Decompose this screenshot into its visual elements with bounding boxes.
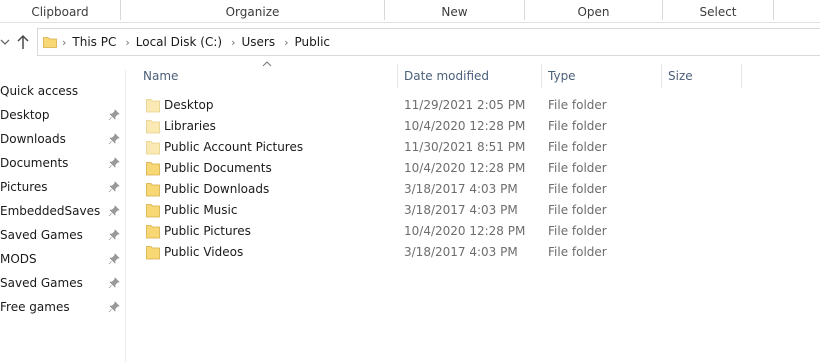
nav-item-label: Saved Games [0, 228, 83, 242]
file-date-modified: 10/4/2020 12:28 PM [404, 161, 526, 175]
nav-item-saved-games[interactable]: Saved Games [0, 223, 125, 247]
column-header-name[interactable]: Name [143, 64, 393, 88]
nav-item-saved-games-2[interactable]: Saved Games [0, 271, 125, 295]
nav-item-label: EmbeddedSaves [0, 204, 101, 218]
file-date-modified: 3/18/2017 4:03 PM [404, 182, 518, 196]
folder-icon [146, 162, 160, 176]
nav-item-mods[interactable]: MODS [0, 247, 125, 271]
breadcrumb: › This PC › Local Disk (C:) › Users › Pu… [62, 29, 339, 55]
file-date-modified: 10/4/2020 12:28 PM [404, 119, 526, 133]
pin-icon [108, 277, 120, 289]
pin-icon [108, 205, 120, 217]
file-date-modified: 11/29/2021 2:05 PM [404, 98, 526, 112]
breadcrumb-local-disk[interactable]: Local Disk (C:) [136, 35, 222, 49]
file-row[interactable]: Public Pictures 10/4/2020 12:28 PM File fo… [140, 221, 700, 242]
nav-item-documents[interactable]: Documents [0, 151, 125, 175]
file-row[interactable]: Public Music 3/18/2017 4:03 PM File folder [140, 200, 700, 221]
file-name: Public Videos [164, 245, 244, 259]
chevron-right-icon[interactable]: › [284, 36, 288, 49]
column-divider[interactable] [541, 64, 542, 88]
file-name: Public Documents [164, 161, 272, 175]
file-date-modified: 3/18/2017 4:03 PM [404, 245, 518, 259]
column-header-type[interactable]: Type [548, 64, 658, 88]
file-date-modified: 3/18/2017 4:03 PM [404, 203, 518, 217]
file-row[interactable]: Public Account Pictures 11/30/2021 8:51 P… [140, 137, 700, 158]
pin-icon [108, 157, 120, 169]
column-header-size[interactable]: Size [668, 64, 738, 88]
file-row[interactable]: Public Downloads 3/18/2017 4:03 PM File fo… [140, 179, 700, 200]
nav-item-label: Pictures [0, 180, 48, 194]
nav-item-embeddedsaves[interactable]: EmbeddedSaves [0, 199, 125, 223]
file-type: File folder [548, 203, 607, 217]
pin-icon [108, 301, 120, 313]
folder-icon [146, 204, 160, 218]
nav-item-label: Free games [0, 300, 70, 314]
nav-item-free-games[interactable]: Free games [0, 295, 125, 319]
file-type: File folder [548, 161, 607, 175]
ribbon-group-clipboard: Clipboard [31, 5, 89, 19]
folder-icon [146, 183, 160, 197]
file-type: File folder [548, 182, 607, 196]
pin-icon [108, 133, 120, 145]
ribbon-group-new: New [441, 5, 468, 19]
file-name: Public Pictures [164, 224, 251, 238]
file-row[interactable]: Libraries 10/4/2020 12:28 PM File folder [140, 116, 700, 137]
back-chevron-icon[interactable] [0, 34, 10, 50]
nav-item-desktop[interactable]: Desktop [0, 103, 125, 127]
ribbon-group-labels: Clipboard Organize New Open Select [0, 0, 820, 23]
pin-icon [108, 109, 120, 121]
nav-item-label: MODS [0, 252, 37, 266]
file-type: File folder [548, 245, 607, 259]
navigation-bar: › This PC › Local Disk (C:) › Users › Pu… [0, 28, 820, 58]
nav-item-label: Downloads [0, 132, 66, 146]
folder-icon [146, 225, 160, 239]
address-bar[interactable]: › This PC › Local Disk (C:) › Users › Pu… [37, 28, 820, 56]
file-type: File folder [548, 224, 607, 238]
ribbon-group-open: Open [577, 5, 610, 19]
folder-icon [43, 35, 57, 49]
file-row[interactable]: Public Videos 3/18/2017 4:03 PM File folde… [140, 242, 700, 263]
chevron-right-icon[interactable]: › [62, 36, 66, 49]
folder-light-icon [146, 120, 160, 134]
column-divider[interactable] [661, 64, 662, 88]
breadcrumb-this-pc[interactable]: This PC [72, 35, 116, 49]
nav-item-label: Desktop [0, 108, 50, 122]
file-type: File folder [548, 140, 607, 154]
column-divider[interactable] [741, 64, 742, 88]
chevron-right-icon[interactable]: › [125, 36, 129, 49]
file-name: Libraries [164, 119, 216, 133]
file-date-modified: 10/4/2020 12:28 PM [404, 224, 526, 238]
nav-item-downloads[interactable]: Downloads [0, 127, 125, 151]
file-name: Desktop [164, 98, 214, 112]
file-type: File folder [548, 119, 607, 133]
file-name: Public Downloads [164, 182, 270, 196]
file-name: Public Account Pictures [164, 140, 304, 154]
folder-light-icon [146, 141, 160, 155]
column-divider[interactable] [397, 64, 398, 88]
chevron-right-icon[interactable]: › [231, 36, 235, 49]
ribbon-group-select: Select [699, 5, 737, 19]
pin-icon [108, 253, 120, 265]
nav-item-label: Quick access [0, 84, 79, 98]
file-date-modified: 11/30/2021 8:51 PM [404, 140, 526, 154]
ribbon-divider [773, 0, 774, 20]
nav-item-pictures[interactable]: Pictures [0, 175, 125, 199]
ribbon-group-organize: Organize [225, 5, 280, 19]
file-row[interactable]: Public Documents 10/4/2020 12:28 PM File f… [140, 158, 700, 179]
breadcrumb-users[interactable]: Users [241, 35, 275, 49]
navigation-pane: Quick access Desktop Downloads Documents… [0, 70, 126, 362]
folder-light-icon [146, 99, 160, 113]
up-arrow-icon[interactable] [16, 33, 30, 51]
file-type: File folder [548, 98, 607, 112]
nav-item-label: Saved Games [0, 276, 83, 290]
breadcrumb-public[interactable]: Public [294, 35, 330, 49]
nav-item-label: Documents [0, 156, 69, 170]
nav-item-quick-access[interactable]: Quick access [0, 79, 125, 103]
file-row[interactable]: Desktop 11/29/2021 2:05 PM File folder [140, 95, 700, 116]
pin-icon [108, 181, 120, 193]
column-header-date-modified[interactable]: Date modified [404, 64, 539, 88]
file-name: Public Music [164, 203, 238, 217]
folder-icon [146, 246, 160, 260]
pin-icon [108, 229, 120, 241]
